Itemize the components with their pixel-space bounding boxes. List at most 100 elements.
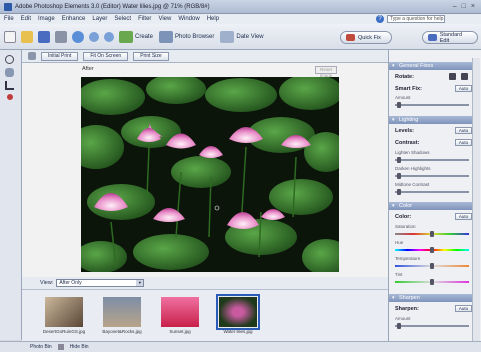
reset-image-button[interactable]: Reset Image [315, 66, 337, 78]
menu-enhance[interactable]: Enhance [62, 16, 86, 22]
hand-icon [28, 52, 36, 60]
sharpen-auto-button[interactable]: Auto [455, 305, 472, 312]
red-eye-tool-icon[interactable] [7, 94, 13, 100]
print-icon[interactable] [55, 30, 67, 43]
contrast-label: Contrast: [395, 140, 420, 146]
photo-browser-icon [159, 30, 174, 43]
midtone-contrast-slider[interactable] [395, 189, 469, 195]
menu-filter[interactable]: Filter [138, 16, 151, 22]
photo-bin-label[interactable]: Photo Bin [30, 344, 52, 350]
chevron-down-icon: ▼ [136, 280, 144, 286]
levels-auto-button[interactable]: Auto [455, 127, 472, 134]
slider-knob[interactable] [430, 279, 434, 285]
midtone-contrast-label: Midtone Contrast [395, 182, 430, 187]
create-button[interactable]: Create [119, 30, 153, 43]
sunset-thumbnail [161, 297, 199, 327]
bin-thumb-sunset[interactable]: Sunset.jpg [150, 297, 210, 339]
save-icon[interactable] [38, 30, 50, 43]
menu-view[interactable]: View [158, 16, 171, 22]
lighten-shadows-slider[interactable] [395, 157, 469, 163]
toolbox [0, 50, 22, 340]
redo-icon[interactable] [104, 31, 114, 42]
online-services-icon[interactable] [72, 30, 84, 43]
hue-label: Hue [395, 240, 404, 245]
shortcuts-toolbar: Create Photo Browser Date View Quick Fix… [0, 24, 481, 50]
slider-knob[interactable] [397, 157, 401, 163]
quick-fix-tab[interactable]: Quick Fix [340, 31, 392, 44]
sharpen-amount-slider[interactable] [395, 323, 469, 329]
quick-fix-icon [346, 34, 355, 41]
general-fixes-header[interactable]: General Fixes [389, 62, 477, 70]
rotate-left-icon[interactable] [449, 73, 456, 80]
bin-thumb-desert[interactable]: DesertGoRuinGS.jpg [34, 297, 94, 339]
water-lilies-image [81, 77, 339, 272]
create-icon [119, 30, 133, 43]
slider-knob[interactable] [397, 189, 401, 195]
slider-knob[interactable] [430, 247, 434, 253]
slider-knob[interactable] [397, 323, 401, 329]
darken-highlights-slider[interactable] [395, 173, 469, 179]
rotate-right-icon[interactable] [461, 73, 468, 80]
sharpen-header[interactable]: Sharpen [389, 294, 477, 302]
desert-thumbnail [45, 297, 83, 327]
hue-slider[interactable] [395, 247, 469, 253]
print-size-button[interactable]: Print Size [133, 51, 169, 61]
help-icon[interactable]: ? [376, 15, 384, 23]
tint-slider[interactable] [395, 279, 469, 285]
minimize-button[interactable]: – [453, 3, 457, 10]
after-label: After [82, 66, 94, 72]
initial-print-button[interactable]: Initial Print [41, 51, 79, 61]
slider-knob[interactable] [397, 173, 401, 179]
zoom-tool-icon[interactable] [5, 55, 14, 64]
view-label: View: [40, 280, 54, 286]
lighten-shadows-label: Lighten Shadows [395, 150, 430, 155]
smart-fix-amount-label: Amount [395, 95, 411, 100]
title-bar: Adobe Photoshop Elements 3.0 (Editor) Wa… [0, 0, 481, 14]
undo-icon[interactable] [89, 31, 99, 42]
bin-thumb-bayonet[interactable]: Bayonet&Rocks.jpg [92, 297, 152, 339]
color-header[interactable]: Color [389, 202, 477, 210]
photo-bin: DesertGoRuinGS.jpg Bayonet&Rocks.jpg Sun… [22, 289, 388, 341]
temperature-slider[interactable] [395, 263, 469, 269]
view-select-dropdown[interactable]: After Only ▼ [56, 279, 145, 287]
slider-knob[interactable] [397, 102, 401, 108]
bayonet-thumbnail [103, 297, 141, 327]
window-controls: – □ × [453, 3, 475, 10]
panel-scrollbar[interactable] [472, 58, 480, 341]
quick-fix-panel: General Fixes Rotate: Smart Fix: Auto Am… [388, 50, 481, 341]
contrast-auto-button[interactable]: Auto [455, 139, 472, 146]
temperature-label: Temperature [395, 256, 421, 261]
hand-tool-icon[interactable] [5, 68, 14, 77]
standard-edit-tab[interactable]: Standard Edit [422, 31, 478, 44]
bin-thumb-water-lilies[interactable]: Water lilies.jpg [208, 294, 268, 339]
slider-knob[interactable] [430, 263, 434, 269]
bin-options-icon[interactable] [57, 344, 64, 350]
menu-file[interactable]: File [4, 16, 14, 22]
water-lilies-photo[interactable] [81, 77, 339, 272]
slider-knob[interactable] [430, 231, 434, 237]
help-search-input[interactable]: Type a question for help [387, 15, 445, 23]
standard-edit-icon [428, 34, 437, 41]
new-file-icon[interactable] [4, 30, 16, 43]
menu-select[interactable]: Select [114, 16, 131, 22]
color-auto-button[interactable]: Auto [455, 213, 472, 220]
levels-label: Levels: [395, 128, 414, 134]
saturation-slider[interactable] [395, 231, 469, 237]
lighting-header[interactable]: Lighting [389, 116, 477, 124]
photo-browser-button[interactable]: Photo Browser [159, 30, 214, 43]
smart-fix-amount-slider[interactable] [395, 102, 469, 108]
menu-layer[interactable]: Layer [92, 16, 107, 22]
hide-bin-label[interactable]: Hide Bin [70, 344, 89, 350]
open-folder-icon[interactable] [21, 30, 33, 43]
smart-fix-auto-button[interactable]: Auto [455, 85, 472, 92]
status-bar: Photo Bin Hide Bin [0, 341, 481, 352]
menu-window[interactable]: Window [178, 16, 199, 22]
crop-tool-icon[interactable] [5, 81, 14, 90]
menu-image[interactable]: Image [38, 16, 55, 22]
menu-edit[interactable]: Edit [21, 16, 31, 22]
menu-help[interactable]: Help [207, 16, 219, 22]
close-button[interactable]: × [471, 3, 475, 10]
date-view-button[interactable]: Date View [220, 30, 264, 43]
maximize-button[interactable]: □ [462, 3, 466, 10]
fit-on-screen-button[interactable]: Fit On Screen [83, 51, 129, 61]
